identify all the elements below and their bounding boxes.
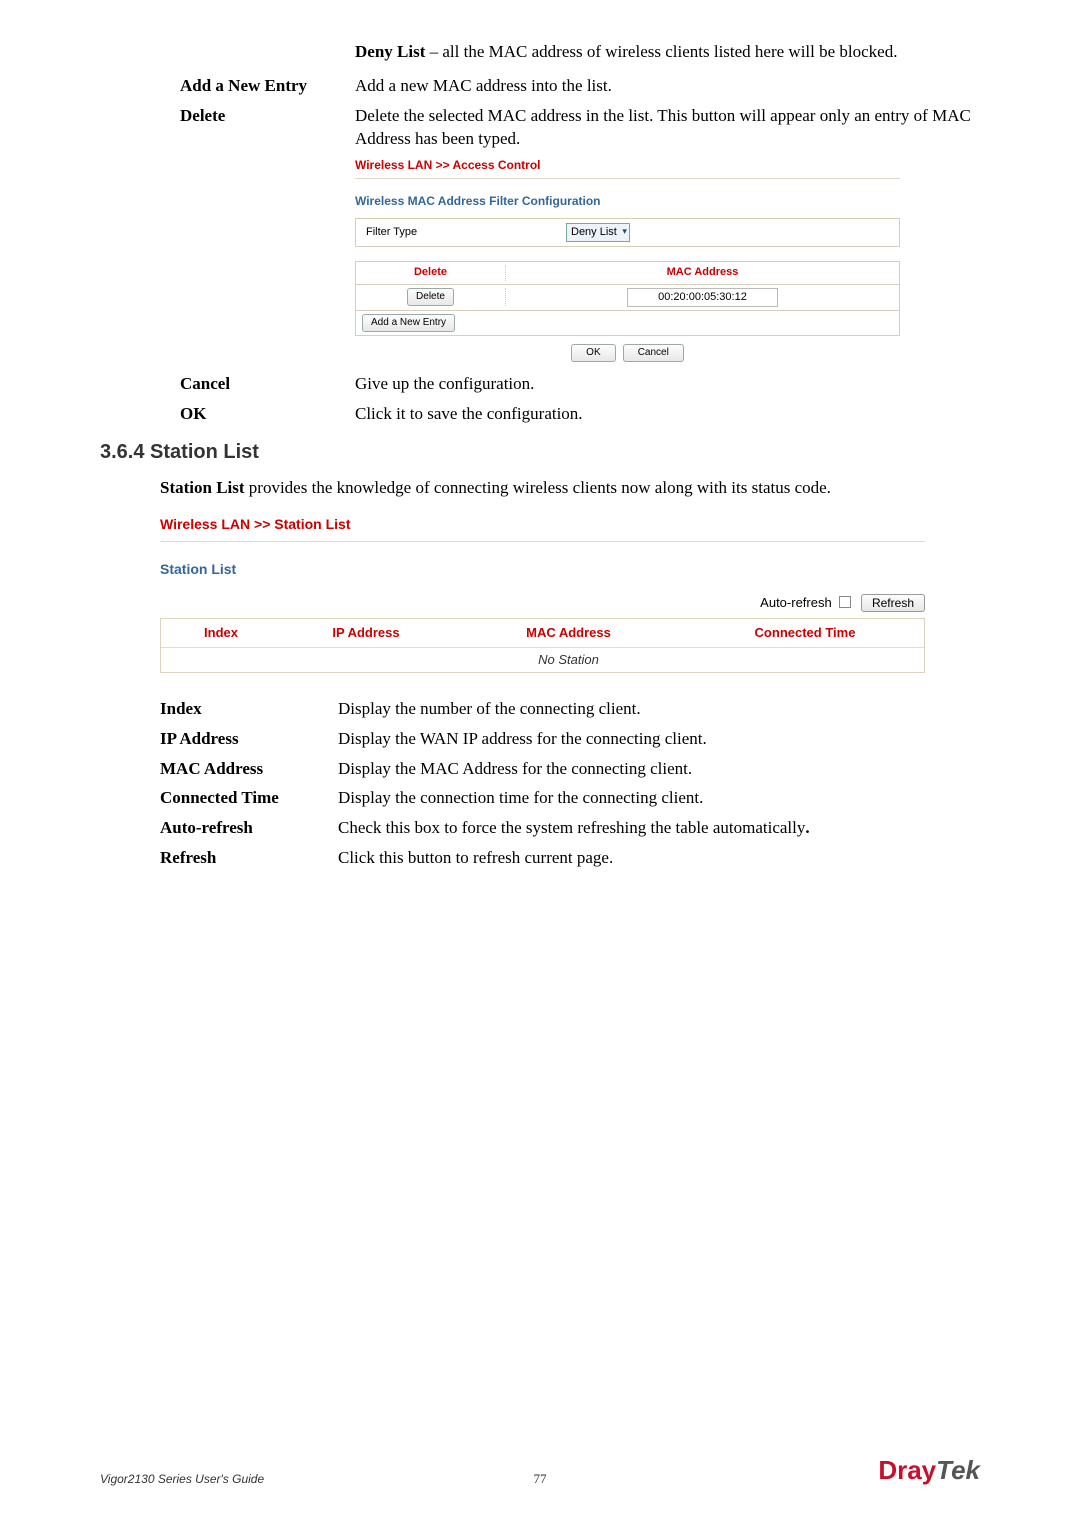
sl-col-mac: MAC Address [451,624,686,642]
draytek-logo: DrayTek [878,1452,980,1488]
desc-ip: Display the WAN IP address for the conne… [338,727,980,751]
deny-list-desc: Deny List – all the MAC address of wirel… [355,40,980,68]
add-new-entry-button[interactable]: Add a New Entry [362,314,455,332]
term-ok: OK [100,402,355,426]
delete-button[interactable]: Delete [407,288,454,306]
auto-refresh-checkbox[interactable] [839,596,851,608]
desc-mac: Display the MAC Address for the connecti… [338,757,980,781]
term-cancel: Cancel [100,372,355,396]
sl-col-index: Index [161,624,281,642]
desc-cancel: Give up the configuration. [355,372,980,396]
auto-refresh-label: Auto-refresh [760,595,832,610]
term-refresh: Refresh [100,846,338,870]
page-number: 77 [534,1470,547,1488]
term-index: Index [100,697,338,721]
section-heading: 3.6.4 Station List [100,438,980,466]
refresh-button[interactable]: Refresh [861,594,925,612]
mac-table: Delete MAC Address Delete 00:20:00:05:30… [355,261,900,336]
sl-subtitle: Station List [160,560,925,580]
section-para-rest: provides the knowledge of connecting wir… [245,478,831,497]
term-delete: Delete [100,104,355,152]
col-mac: MAC Address [506,265,899,280]
mac-value[interactable]: 00:20:00:05:30:12 [627,288,778,307]
deny-list-rest: – all the MAC address of wireless client… [425,42,897,61]
sl-title: Wireless LAN >> Station List [160,515,925,535]
section-para: Station List provides the knowledge of c… [160,476,980,500]
no-station: No Station [451,651,686,669]
term-add-new-entry: Add a New Entry [100,74,355,98]
term-connected-time: Connected Time [100,786,338,810]
cancel-button[interactable]: Cancel [623,344,684,362]
ac-subtitle: Wireless MAC Address Filter Configuratio… [355,193,900,210]
desc-delete: Delete the selected MAC address in the l… [355,104,980,152]
desc-index: Display the number of the connecting cli… [338,697,980,721]
footer: Vigor2130 Series User's Guide 77 DrayTek [100,1452,980,1488]
term-ip: IP Address [100,727,338,751]
desc-add-new-entry: Add a new MAC address into the list. [355,74,980,98]
filter-type-label: Filter Type [366,225,566,240]
col-delete: Delete [356,265,506,280]
deny-list-bold: Deny List [355,42,425,61]
section-para-bold: Station List [160,478,245,497]
ok-button[interactable]: OK [571,344,615,362]
spacer [100,40,355,68]
access-control-screenshot: Wireless LAN >> Access Control Wireless … [355,157,900,362]
station-table: Index IP Address MAC Address Connected T… [160,618,925,673]
desc-connected-time: Display the connection time for the conn… [338,786,980,810]
desc-ok: Click it to save the configuration. [355,402,980,426]
term-auto-refresh: Auto-refresh [100,816,338,840]
ac-title: Wireless LAN >> Access Control [355,157,900,174]
footer-left: Vigor2130 Series User's Guide [100,1471,264,1488]
filter-type-row: Filter Type Deny List [355,218,900,247]
desc-auto-refresh: Check this box to force the system refre… [338,816,980,840]
station-list-screenshot: Wireless LAN >> Station List Station Lis… [160,515,925,673]
term-mac: MAC Address [100,757,338,781]
table-row: Delete 00:20:00:05:30:12 [356,284,899,310]
sl-col-time: Connected Time [686,624,924,642]
table-row: No Station [161,647,924,672]
desc-refresh: Click this button to refresh current pag… [338,846,980,870]
sl-col-ip: IP Address [281,624,451,642]
filter-type-select[interactable]: Deny List [566,223,630,242]
